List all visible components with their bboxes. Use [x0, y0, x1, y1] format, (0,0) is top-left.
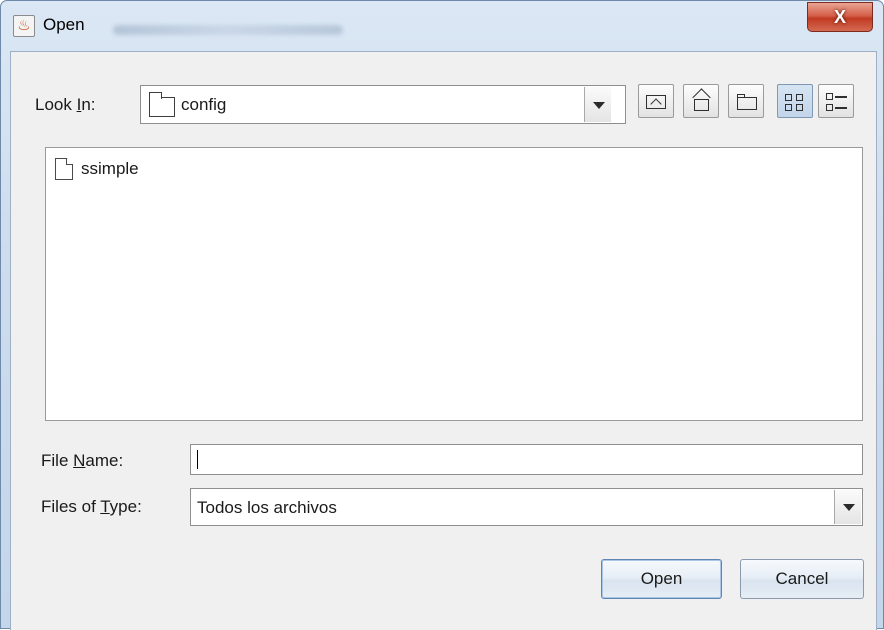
create-new-folder-button[interactable] [728, 84, 764, 118]
chevron-down-icon[interactable] [584, 87, 611, 122]
home-button[interactable] [683, 84, 719, 118]
folder-icon [149, 92, 175, 117]
java-icon: ♨ [13, 15, 35, 37]
file-name-mnemonic: N [73, 451, 86, 470]
file-name-label-post: ame: [85, 451, 124, 470]
look-in-label-pre: Look [35, 95, 77, 114]
look-in-value: config [181, 95, 227, 114]
dialog-title: Open [43, 15, 85, 34]
file-icon-fold [66, 158, 73, 165]
look-in-combo[interactable]: config [140, 85, 626, 124]
details-view-button[interactable] [818, 84, 854, 118]
file-type-label-post: ype: [109, 497, 142, 516]
file-name: ssimple [81, 159, 139, 178]
text-caret [197, 450, 198, 469]
look-in-label: Look In: [35, 95, 96, 115]
close-button[interactable]: X [807, 2, 873, 32]
list-view-button[interactable] [777, 84, 813, 118]
dialog-content: Look In: config ssimple File Name: Files… [10, 51, 877, 630]
file-type-label-pre: Files of [41, 497, 101, 516]
file-name-label-pre: File [41, 451, 74, 470]
title-bar[interactable]: ♨ Open X [1, 1, 883, 51]
open-dialog: ♨ Open X Look In: config ssimple File Na… [0, 0, 884, 630]
file-name-label: File Name: [41, 451, 123, 471]
file-list[interactable]: ssimple [45, 147, 863, 421]
file-type-value: Todos los archivos [197, 498, 337, 517]
file-type-mnemonic: T [100, 497, 110, 516]
file-type-combo[interactable]: Todos los archivos [190, 488, 863, 526]
file-type-label: Files of Type: [41, 497, 142, 517]
blurred-title-detail [113, 25, 343, 35]
open-button[interactable]: Open [601, 559, 722, 599]
cancel-button[interactable]: Cancel [740, 559, 864, 599]
chevron-down-icon[interactable] [834, 490, 861, 524]
up-one-level-button[interactable] [638, 84, 674, 118]
look-in-label-post: n: [81, 95, 96, 114]
file-name-field[interactable] [190, 444, 863, 475]
